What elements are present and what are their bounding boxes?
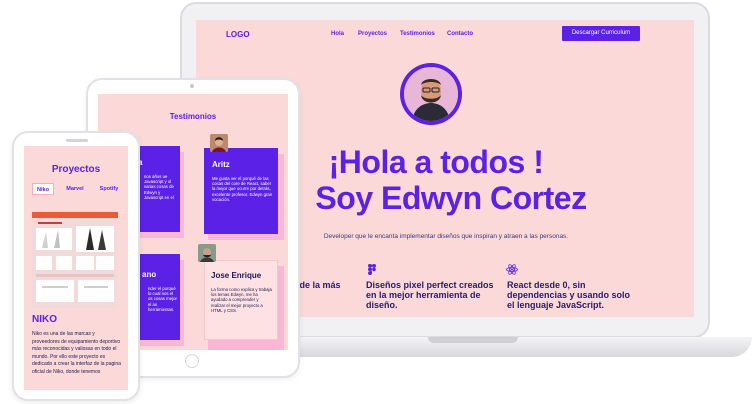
tab-spotify[interactable]: Spotify: [96, 183, 122, 195]
card-name: Aritz: [212, 160, 230, 169]
nav-link-hola[interactable]: Hola: [331, 31, 344, 37]
feature-1: s de la más: [292, 280, 341, 290]
avatar: [210, 134, 228, 152]
react-icon: [506, 262, 518, 280]
tab-niko[interactable]: Niko: [32, 183, 54, 195]
testimonial-card-jose-enrique: Jose Enrique La forma como explica y tra…: [204, 260, 278, 340]
laptop-notch: [428, 337, 518, 343]
tablet-home-button: [185, 354, 199, 368]
nav-link-testimonios[interactable]: Testimonios: [400, 31, 435, 37]
testimonials-title: Testimonios: [169, 112, 217, 121]
project-name: NIKO: [32, 314, 57, 325]
project-description: Niko es una de las marcas y proveedores …: [32, 331, 121, 375]
testimonial-card-aritz: Aritz Me gusta ver el porqué de las cosa…: [204, 148, 278, 234]
card-text: nder el porqué lo cual nos el os cosas m…: [148, 286, 177, 312]
nav-link-contacto[interactable]: Contacto: [447, 31, 473, 37]
hero-greeting: ¡Hola a todos !: [328, 144, 544, 180]
hero-subtitle: Developer que le encanta implementar dis…: [323, 233, 569, 240]
avatar: [198, 244, 216, 262]
feature-3: React desde 0, sin dependencias y usando…: [507, 280, 631, 310]
card-name: Jose Enrique: [211, 271, 262, 280]
project-preview-image[interactable]: [32, 212, 118, 308]
phone-speaker: [66, 139, 88, 142]
projects-title: Proyectos: [51, 164, 101, 175]
card-text: nos años ue Javascript y ol varias cosas…: [144, 174, 174, 200]
logo[interactable]: LOGO: [226, 30, 250, 39]
nav-link-proyectos[interactable]: Proyectos: [358, 31, 387, 37]
hero-name: Soy Edwyn Cortez: [315, 180, 587, 216]
card-text: Me gusta ver el porqué de las cosas del …: [212, 176, 273, 202]
tablet-camera: [190, 84, 194, 88]
download-cv-button[interactable]: Descargar Curriculum: [562, 26, 640, 41]
avatar: [404, 67, 458, 121]
feature-2: Diseños pixel perfect creados en la mejo…: [366, 280, 494, 310]
figma-icon: [368, 262, 376, 280]
card-name: ano: [142, 270, 157, 279]
phone-screen: Proyectos Niko Marvel Spotify NIKO Niko …: [24, 146, 128, 390]
card-text: La forma como explica y trabaja los tema…: [211, 287, 272, 313]
tab-marvel[interactable]: Marvel: [62, 183, 88, 195]
